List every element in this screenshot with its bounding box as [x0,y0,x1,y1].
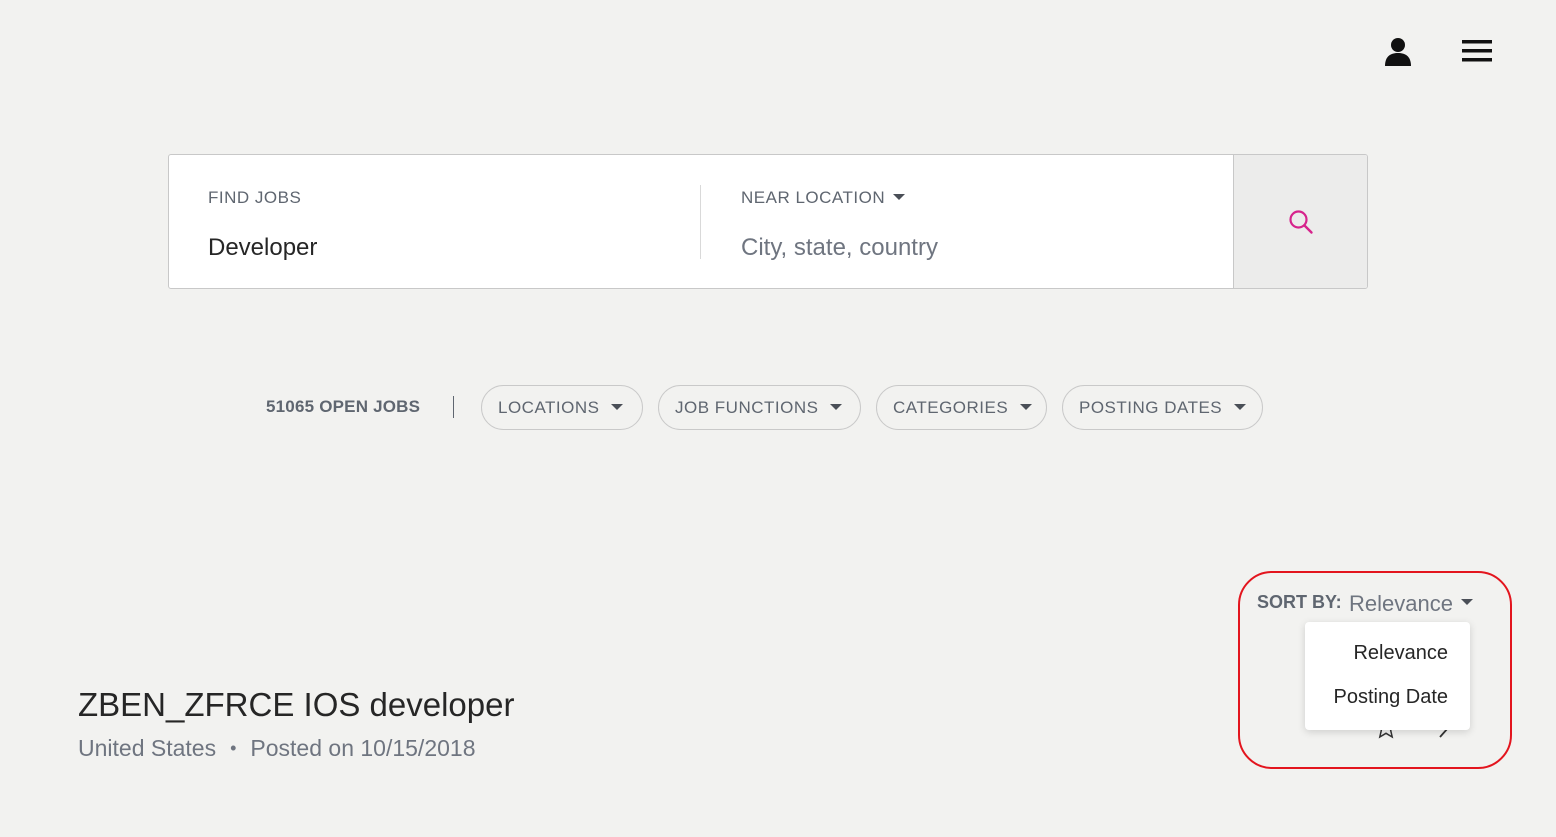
meta-separator: • [230,738,237,758]
user-account-button[interactable] [1382,36,1414,68]
job-title-link[interactable]: ZBEN_ZFRCE IOS developer [78,686,514,724]
filter-posting-dates[interactable]: POSTING DATES [1062,385,1263,430]
main-menu-button[interactable] [1460,38,1494,66]
keyword-input[interactable] [208,231,678,265]
filter-label: JOB FUNCTIONS [675,398,819,417]
chevron-down-icon [830,403,843,410]
hamburger-menu-icon [1462,40,1492,62]
search-button[interactable] [1233,155,1367,288]
chevron-down-icon [1020,403,1033,410]
sort-option-posting-date[interactable]: Posting Date [1333,686,1448,709]
job-posted-date: Posted on 10/15/2018 [250,735,476,761]
sort-option-relevance[interactable]: Relevance [1353,642,1448,665]
filter-label: LOCATIONS [498,398,600,417]
open-jobs-count: 51065 OPEN JOBS [266,397,421,416]
sort-options-menu: Relevance Posting Date [1305,622,1470,730]
filter-divider [453,396,454,418]
chevron-down-icon [1234,403,1247,410]
location-field: NEAR LOCATION [701,155,1233,288]
keyword-label: FIND JOBS [208,188,302,207]
job-search-form: FIND JOBS NEAR LOCATION [168,154,1368,289]
keyword-field: FIND JOBS [169,155,701,288]
sort-selected-value: Relevance [1349,591,1453,616]
location-label-text: NEAR LOCATION [741,188,886,207]
filter-label: POSTING DATES [1079,398,1223,417]
filter-label: CATEGORIES [893,398,1009,417]
page: FIND JOBS NEAR LOCATION 51065 OPEN JOBS … [0,0,1556,837]
location-label[interactable]: NEAR LOCATION [741,188,906,208]
job-location: United States [78,735,217,761]
filter-job-functions[interactable]: JOB FUNCTIONS [658,385,861,430]
filter-locations[interactable]: LOCATIONS [481,385,643,430]
search-icon [1289,210,1313,234]
location-input[interactable] [741,231,1211,265]
chevron-down-icon [1460,599,1473,606]
sort-dropdown[interactable]: Relevance [1349,591,1473,617]
chevron-down-icon [893,193,906,200]
user-icon [1385,38,1411,66]
sort-by-label: SORT BY: [1257,592,1342,612]
job-meta: United States • Posted on 10/15/2018 [78,735,476,762]
filter-categories[interactable]: CATEGORIES [876,385,1047,430]
chevron-down-icon [611,403,624,410]
